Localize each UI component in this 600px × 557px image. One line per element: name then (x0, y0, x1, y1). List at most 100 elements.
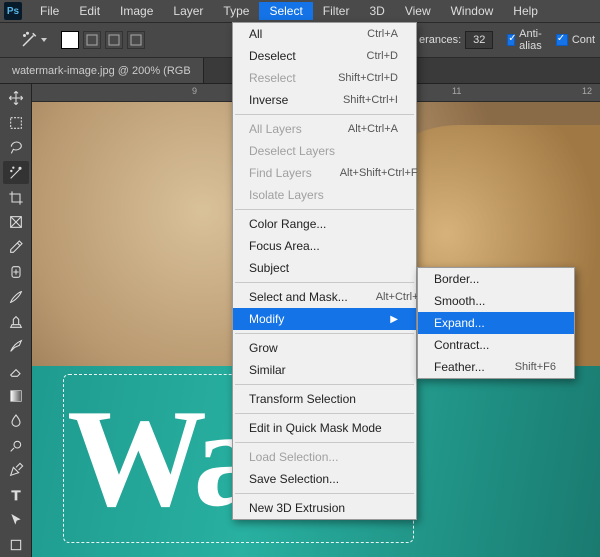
ruler-tick: 12 (582, 86, 592, 96)
menu-edit[interactable]: Edit (69, 2, 110, 20)
shape-tool[interactable] (3, 533, 29, 556)
tolerance-input[interactable] (465, 31, 493, 49)
menu-help[interactable]: Help (503, 2, 548, 20)
dodge-tool[interactable] (3, 434, 29, 457)
marquee-tool[interactable] (3, 112, 29, 135)
menu-item-label: Expand... (434, 316, 556, 330)
menu-item-label: New 3D Extrusion (249, 501, 398, 515)
menu-item-label: Save Selection... (249, 472, 398, 486)
app-logo: Ps (4, 2, 22, 20)
menu-item-label: Isolate Layers (249, 188, 398, 202)
gradient-tool[interactable] (3, 385, 29, 408)
menu-item-shortcut: Shift+Ctrl+D (338, 72, 398, 84)
menu-item[interactable]: Grow (233, 337, 416, 359)
eraser-tool[interactable] (3, 360, 29, 383)
path-selection-tool[interactable] (3, 509, 29, 532)
eyedropper-tool[interactable] (3, 236, 29, 259)
chevron-down-icon (41, 38, 47, 42)
anti-alias-label: Anti-alias (519, 28, 546, 52)
menu-item[interactable]: Contract... (418, 334, 574, 356)
menu-filter[interactable]: Filter (313, 2, 360, 20)
menu-item[interactable]: DeselectCtrl+D (233, 45, 416, 67)
tool-strip (0, 84, 32, 557)
ruler-tick: 9 (192, 86, 197, 96)
checkbox-icon (556, 34, 568, 46)
menu-item-shortcut: Alt+Shift+Ctrl+F (340, 167, 418, 179)
menu-item[interactable]: Similar (233, 359, 416, 381)
menu-item-label: Focus Area... (249, 239, 398, 253)
crop-tool[interactable] (3, 186, 29, 209)
pen-tool[interactable] (3, 459, 29, 482)
sample-mode-group (61, 31, 145, 49)
menu-item[interactable]: Subject (233, 257, 416, 279)
menu-item[interactable]: Modify▶ (233, 308, 416, 330)
menu-item-label: Deselect Layers (249, 144, 398, 158)
menu-window[interactable]: Window (441, 2, 504, 20)
frame-tool[interactable] (3, 211, 29, 234)
menu-item-label: All (249, 27, 367, 41)
tool-preset[interactable] (20, 31, 47, 49)
menu-layer[interactable]: Layer (163, 2, 213, 20)
lasso-tool[interactable] (3, 137, 29, 160)
clone-stamp-tool[interactable] (3, 310, 29, 333)
menu-item[interactable]: Focus Area... (233, 235, 416, 257)
sample-point-icon[interactable] (61, 31, 79, 49)
blur-tool[interactable] (3, 409, 29, 432)
menu-item-label: Load Selection... (249, 450, 398, 464)
menu-file[interactable]: File (30, 2, 69, 20)
menu-item: ReselectShift+Ctrl+D (233, 67, 416, 89)
history-brush-tool[interactable] (3, 335, 29, 358)
menu-item: Deselect Layers (233, 140, 416, 162)
menu-item-label: Inverse (249, 93, 343, 107)
menu-3d[interactable]: 3D (359, 2, 394, 20)
menu-item-label: Find Layers (249, 166, 340, 180)
menu-image[interactable]: Image (110, 2, 163, 20)
menu-item[interactable]: Color Range... (233, 213, 416, 235)
menu-item-label: Border... (434, 272, 556, 286)
menu-item-label: Grow (249, 341, 398, 355)
menu-item-label: Edit in Quick Mask Mode (249, 421, 410, 435)
contiguous-checkbox[interactable]: Cont (556, 34, 595, 46)
sample-add-icon[interactable] (83, 31, 101, 49)
menu-item[interactable]: Border... (418, 268, 574, 290)
tolerance-label: erances: (419, 34, 461, 46)
checkbox-icon (507, 34, 515, 46)
menubar: Ps File Edit Image Layer Type Select Fil… (0, 0, 600, 22)
ruler-tick: 11 (452, 86, 461, 96)
menu-item: Find LayersAlt+Shift+Ctrl+F (233, 162, 416, 184)
menu-item: All LayersAlt+Ctrl+A (233, 118, 416, 140)
menu-item[interactable]: InverseShift+Ctrl+I (233, 89, 416, 111)
type-tool[interactable] (3, 484, 29, 507)
menu-item[interactable]: Select and Mask...Alt+Ctrl+R (233, 286, 416, 308)
menu-item[interactable]: Smooth... (418, 290, 574, 312)
sample-subtract-icon[interactable] (105, 31, 123, 49)
sample-intersect-icon[interactable] (127, 31, 145, 49)
menu-type[interactable]: Type (213, 2, 259, 20)
menu-item[interactable]: Save Selection... (233, 468, 416, 490)
move-tool[interactable] (3, 87, 29, 110)
menu-item-label: Contract... (434, 338, 556, 352)
wand-icon (20, 31, 38, 49)
menu-item[interactable]: AllCtrl+A (233, 23, 416, 45)
menu-item-label: Similar (249, 363, 398, 377)
healing-brush-tool[interactable] (3, 261, 29, 284)
menu-item[interactable]: New 3D Extrusion (233, 497, 416, 519)
menu-item-shortcut: Alt+Ctrl+A (348, 123, 398, 135)
menu-item[interactable]: Feather...Shift+F6 (418, 356, 574, 378)
menu-item-label: Select and Mask... (249, 290, 376, 304)
magic-wand-tool[interactable] (3, 161, 29, 184)
menu-view[interactable]: View (395, 2, 441, 20)
menu-select[interactable]: Select (259, 2, 312, 20)
anti-alias-checkbox[interactable]: Anti-alias (507, 28, 546, 52)
menu-item[interactable]: Transform Selection (233, 388, 416, 410)
menu-item-shortcut: Ctrl+D (367, 50, 398, 62)
menu-item[interactable]: Edit in Quick Mask Mode (233, 417, 416, 439)
menu-item-label: Smooth... (434, 294, 556, 308)
brush-tool[interactable] (3, 285, 29, 308)
menu-item-shortcut: Ctrl+A (367, 28, 398, 40)
menu-item-shortcut: Shift+F6 (515, 361, 556, 373)
menu-item-label: Deselect (249, 49, 367, 63)
menu-item[interactable]: Expand... (418, 312, 574, 334)
document-tab[interactable]: watermark-image.jpg @ 200% (RGB (0, 58, 204, 83)
modify-submenu: Border... Smooth... Expand... Contract... Fe… (417, 267, 575, 379)
